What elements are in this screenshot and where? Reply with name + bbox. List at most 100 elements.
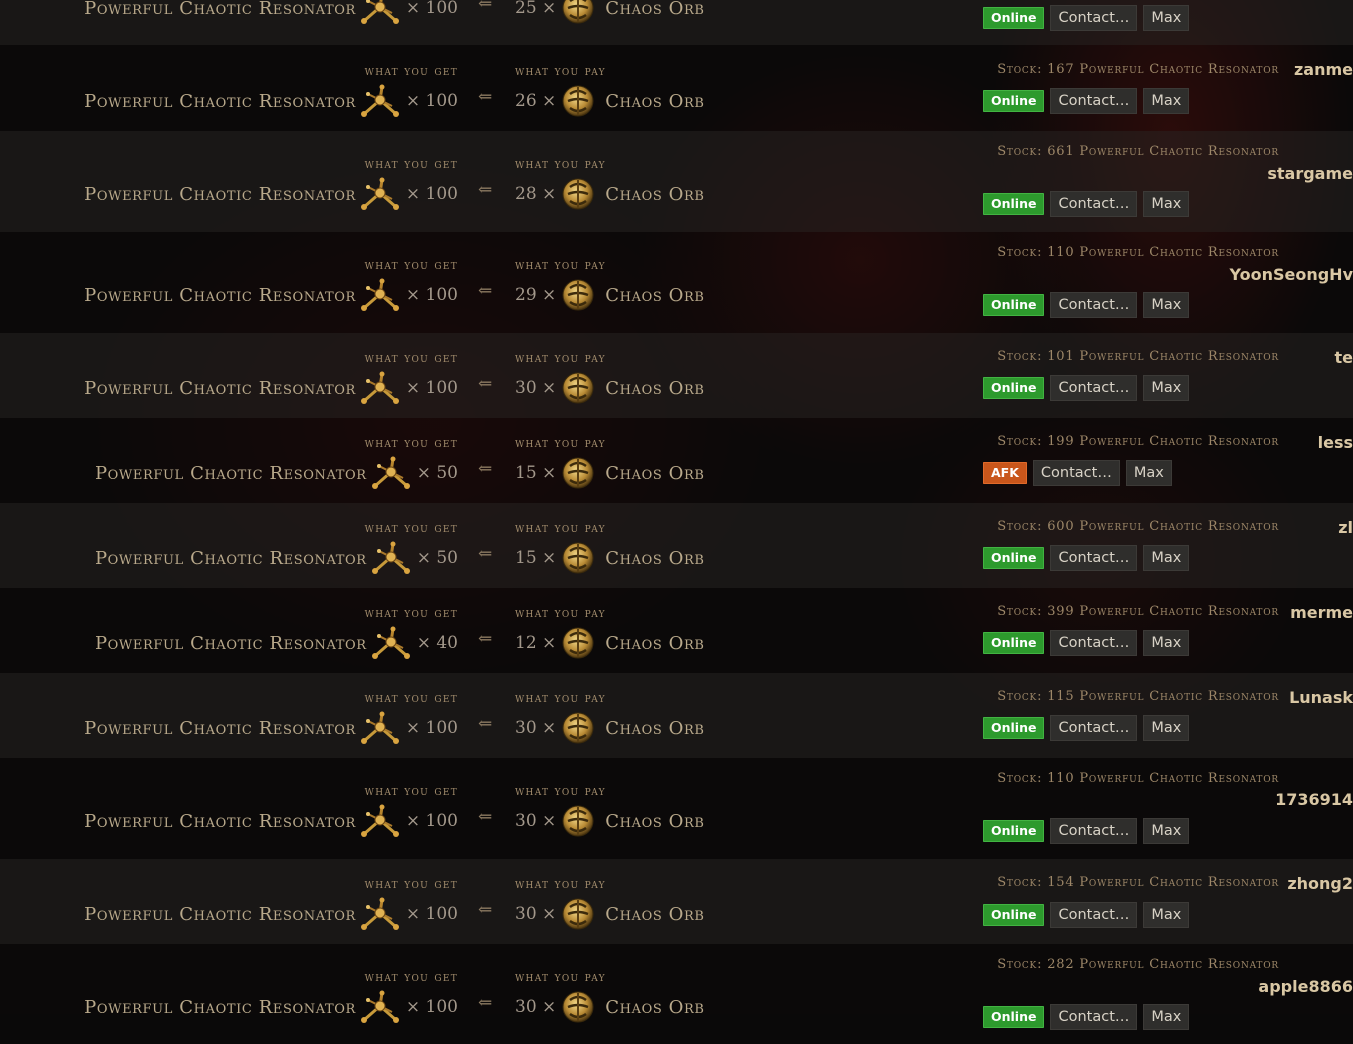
powerful-chaotic-resonator-icon: [371, 626, 411, 660]
item-name: Powerful Chaotic Resonator: [84, 377, 356, 399]
seller-account-name[interactable]: merme: [0, 603, 1353, 622]
listing-actions: Online Contact… Max: [983, 191, 1190, 217]
listing-row: what you get what you pay ⇐ Powerful Chaoti…: [0, 45, 1353, 131]
max-button[interactable]: Max: [1143, 902, 1190, 928]
seller-account-name[interactable]: zanme: [0, 60, 1353, 79]
currency-name: Chaos Orb: [605, 632, 705, 654]
get-item-group: Powerful Chaotic Resonator × 100: [84, 711, 458, 744]
contact-button[interactable]: Contact…: [1050, 191, 1138, 217]
max-button[interactable]: Max: [1125, 460, 1172, 486]
exchange-arrow-icon: ⇐: [478, 374, 493, 394]
contact-button[interactable]: Contact…: [1050, 715, 1138, 741]
exchange-arrow-icon: ⇐: [478, 281, 493, 301]
pay-quantity: 29 ×: [515, 285, 556, 305]
contact-button[interactable]: Contact…: [1050, 902, 1138, 928]
seller-account-name[interactable]: less: [0, 433, 1353, 452]
listing-actions: Online Contact… Max: [983, 545, 1190, 571]
currency-name: Chaos Orb: [605, 996, 705, 1018]
max-button[interactable]: Max: [1143, 715, 1190, 741]
get-quantity: × 40: [417, 633, 458, 653]
chaos-orb-icon: [561, 456, 595, 490]
pay-currency-group: 28 × Chaos Orb: [515, 178, 705, 210]
times-sign: ×: [542, 633, 557, 653]
contact-button[interactable]: Contact…: [1032, 460, 1120, 486]
powerful-chaotic-resonator-icon: [371, 456, 411, 490]
seller-account-name[interactable]: stargame: [0, 164, 1353, 183]
seller-account-name[interactable]: zl: [0, 518, 1353, 537]
powerful-chaotic-resonator-icon: [360, 84, 400, 118]
pay-quantity: 26 ×: [515, 91, 556, 111]
status-badge-afk: AFK: [983, 462, 1027, 484]
pay-quantity-value: 28: [515, 184, 537, 204]
seller-account-name[interactable]: te: [0, 348, 1353, 367]
max-button[interactable]: Max: [1143, 191, 1190, 217]
get-quantity: × 100: [406, 904, 458, 924]
listing-row: what you get what you pay ⇐ Powerful Chaoti…: [0, 859, 1353, 944]
max-button[interactable]: Max: [1143, 630, 1190, 656]
seller-account-name[interactable]: YoonSeongHv: [0, 265, 1353, 284]
currency-name: Chaos Orb: [605, 903, 705, 925]
seller-account-name[interactable]: zhong2: [0, 874, 1353, 893]
pay-currency-group: 30 × Chaos Orb: [515, 805, 705, 837]
status-badge-online: Online: [983, 377, 1045, 399]
get-quantity-value: 50: [436, 463, 458, 483]
contact-button[interactable]: Contact…: [1050, 375, 1138, 401]
status-badge-online: Online: [983, 193, 1045, 215]
listing-row: what you get what you pay ⇐ Powerful Chaoti…: [0, 232, 1353, 333]
item-name: Powerful Chaotic Resonator: [84, 996, 356, 1018]
pay-quantity: 30 ×: [515, 997, 556, 1017]
status-badge-online: Online: [983, 1006, 1045, 1028]
contact-button[interactable]: Contact…: [1050, 1004, 1138, 1030]
pay-currency-group: 29 × Chaos Orb: [515, 279, 705, 311]
pay-quantity: 15 ×: [515, 548, 556, 568]
listing-actions: Online Contact… Max: [983, 5, 1190, 31]
pay-quantity-value: 30: [515, 811, 537, 831]
listing-actions: Online Contact… Max: [983, 292, 1190, 318]
listing-actions: Online Contact… Max: [983, 1004, 1190, 1030]
get-quantity-value: 50: [436, 548, 458, 568]
times-sign: ×: [542, 91, 557, 111]
contact-button[interactable]: Contact…: [1050, 88, 1138, 114]
times-sign: ×: [542, 378, 557, 398]
status-badge-online: Online: [983, 820, 1045, 842]
max-button[interactable]: Max: [1143, 818, 1190, 844]
pay-currency-group: 30 × Chaos Orb: [515, 898, 705, 930]
times-sign: ×: [405, 811, 421, 831]
contact-button[interactable]: Contact…: [1050, 630, 1138, 656]
get-quantity-value: 100: [425, 91, 458, 111]
max-button[interactable]: Max: [1143, 88, 1190, 114]
contact-button[interactable]: Contact…: [1050, 5, 1138, 31]
max-button[interactable]: Max: [1143, 1004, 1190, 1030]
times-sign: ×: [542, 548, 557, 568]
listing-row: what you get what you pay ⇐ Powerful Chaoti…: [0, 758, 1353, 859]
exchange-arrow-icon: ⇐: [478, 807, 493, 827]
contact-button[interactable]: Contact…: [1050, 545, 1138, 571]
contact-button[interactable]: Contact…: [1050, 292, 1138, 318]
seller-account-name[interactable]: 1736914: [0, 790, 1353, 809]
currency-name: Chaos Orb: [605, 717, 705, 739]
get-item-group: Powerful Chaotic Resonator × 100: [84, 84, 458, 118]
max-button[interactable]: Max: [1143, 5, 1190, 31]
powerful-chaotic-resonator-icon: [371, 541, 411, 575]
listing-actions: Online Contact… Max: [983, 818, 1190, 844]
max-button[interactable]: Max: [1143, 545, 1190, 571]
powerful-chaotic-resonator-icon: [360, 804, 400, 838]
get-item-group: Powerful Chaotic Resonator × 50: [94, 541, 458, 575]
item-name: Powerful Chaotic Resonator: [84, 183, 356, 205]
currency-name: Chaos Orb: [605, 810, 705, 832]
get-item-group: Powerful Chaotic Resonator × 40: [95, 626, 458, 660]
times-sign: ×: [542, 285, 557, 305]
get-quantity: × 100: [406, 285, 458, 305]
times-sign: ×: [405, 0, 421, 18]
get-quantity: × 100: [406, 0, 458, 18]
item-name: Powerful Chaotic Resonator: [94, 547, 367, 569]
contact-button[interactable]: Contact…: [1050, 818, 1138, 844]
times-sign: ×: [542, 184, 557, 204]
times-sign: ×: [405, 904, 421, 924]
max-button[interactable]: Max: [1143, 375, 1190, 401]
pay-quantity: 25 ×: [515, 0, 556, 18]
status-badge-online: Online: [983, 632, 1045, 654]
max-button[interactable]: Max: [1143, 292, 1190, 318]
seller-account-name[interactable]: Lunask: [0, 688, 1353, 707]
seller-account-name[interactable]: apple8866: [0, 977, 1353, 996]
